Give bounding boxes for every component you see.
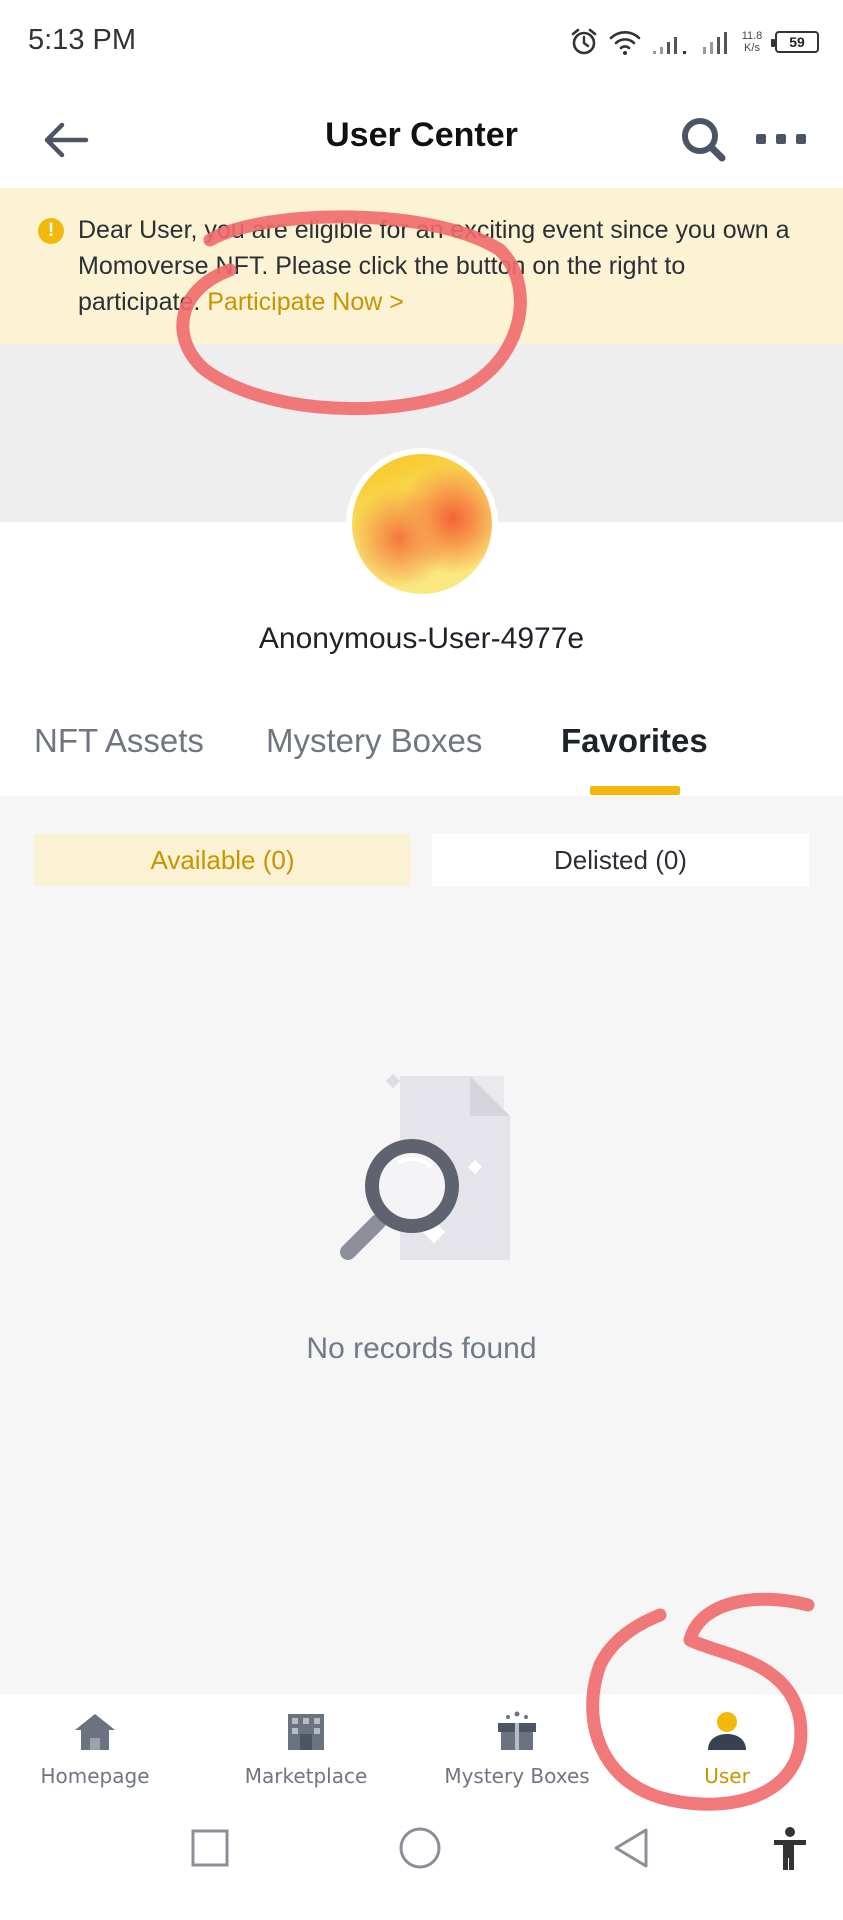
alarm-icon — [571, 28, 597, 55]
search-icon — [682, 118, 726, 162]
nav-marketplace[interactable]: Marketplace — [221, 1708, 391, 1788]
home-circle-icon[interactable] — [398, 1826, 442, 1870]
wifi-icon — [609, 31, 641, 55]
status-time: 5:13 PM — [28, 24, 136, 56]
nav-user[interactable]: User — [642, 1708, 812, 1788]
search-button[interactable] — [676, 112, 732, 168]
nav-label-homepage: Homepage — [40, 1764, 150, 1788]
warning-icon: ! — [38, 218, 64, 244]
battery-icon: 59 — [771, 31, 819, 53]
battery-level: 59 — [789, 34, 805, 50]
recents-square-icon[interactable] — [190, 1828, 230, 1868]
empty-state-text: No records found — [306, 1332, 537, 1365]
username: Anonymous-User-4977e — [258, 622, 585, 655]
signal-icon — [653, 37, 686, 54]
nav-label-user: User — [704, 1764, 750, 1788]
network-speed-value: 11.8 — [741, 30, 763, 42]
network-speed: 11.8 K/s — [739, 30, 765, 54]
event-notice-banner: ! Dear User, you are eligible for an exc… — [0, 188, 843, 344]
tab-nft-assets[interactable]: NFT Assets — [34, 722, 204, 760]
system-navigation-bar — [0, 1798, 843, 1920]
active-tab-indicator — [590, 786, 680, 795]
participate-now-link[interactable]: Participate Now > — [207, 288, 404, 316]
avatar-image — [352, 454, 492, 594]
nav-mystery-boxes[interactable]: Mystery Boxes — [432, 1708, 602, 1788]
more-icon — [756, 134, 806, 144]
user-icon — [708, 1712, 746, 1750]
app-header: User Center — [0, 90, 843, 190]
accessibility-icon[interactable] — [770, 1826, 810, 1872]
notice-message: Dear User, you are eligible for an excit… — [78, 216, 790, 316]
home-icon — [75, 1714, 115, 1750]
filter-delisted-button[interactable]: Delisted (0) — [432, 834, 809, 886]
nav-label-marketplace: Marketplace — [244, 1764, 368, 1788]
nav-homepage[interactable]: Homepage — [10, 1708, 180, 1788]
nav-label-mystery-boxes: Mystery Boxes — [444, 1764, 590, 1788]
status-icons: 11.8 K/s 59 — [569, 22, 819, 62]
filter-available-button[interactable]: Available (0) — [34, 834, 411, 886]
no-results-search-icon — [330, 1070, 520, 1270]
notice-text: Dear User, you are eligible for an excit… — [78, 212, 798, 320]
gift-box-icon — [498, 1711, 536, 1750]
more-button[interactable] — [752, 124, 810, 154]
status-bar: 5:13 PM 11.8 K/s 59 — [0, 0, 843, 90]
tab-favorites[interactable]: Favorites — [561, 722, 708, 760]
store-icon — [288, 1714, 324, 1750]
tab-mystery-boxes[interactable]: Mystery Boxes — [266, 722, 482, 760]
network-speed-unit: K/s — [744, 42, 760, 54]
bottom-navigation: Homepage Marketplace Mystery Boxes User — [0, 1694, 843, 1798]
signal-icon — [703, 32, 727, 54]
back-triangle-icon[interactable] — [610, 1826, 652, 1870]
